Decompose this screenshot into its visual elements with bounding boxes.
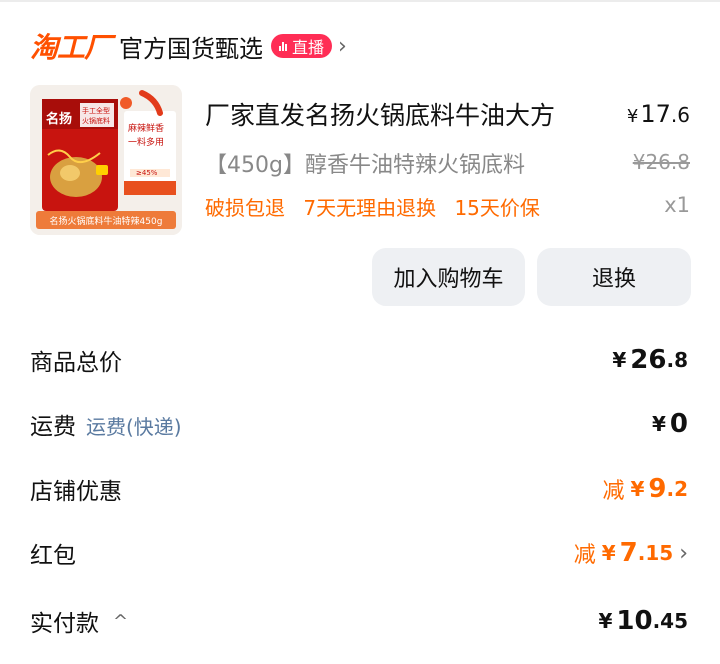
service-tag: 15天价保 [454, 196, 540, 220]
goods-total-row: 商品总价 ¥26.8 [30, 338, 688, 382]
chevron-right-icon[interactable]: › [338, 34, 347, 59]
top-divider [0, 0, 720, 2]
svg-text:≥45%: ≥45% [136, 169, 158, 177]
shop-name[interactable]: 官方国货甄选 [119, 29, 263, 64]
service-tag: 7天无理由退换 [303, 196, 437, 220]
shipping-row: 运费 运费(快递) ¥0 [30, 402, 688, 446]
paid-label: 实付款 [30, 611, 99, 637]
svg-text:火锅底料: 火锅底料 [82, 116, 110, 125]
shop-discount-value: 减 ¥9.2 [602, 474, 688, 504]
svg-text:名扬: 名扬 [46, 111, 72, 127]
shop-logo: 淘工厂 [30, 31, 112, 64]
shop-header[interactable]: 淘工厂 官方国货甄选 直播 › [30, 26, 347, 66]
goods-total-value: ¥26.8 [612, 345, 688, 375]
product-title[interactable]: 厂家直发名扬火锅底料牛油大方 [205, 96, 555, 132]
product-image-graphic: 名扬 手工全型 火锅底料 麻辣鲜香 一料多用 ≥45% 名扬火锅底料牛油特辣45… [30, 85, 182, 235]
shipping-method: 运费(快递) [86, 415, 182, 439]
shipping-value: ¥0 [651, 409, 688, 439]
svg-text:一料多用: 一料多用 [128, 136, 164, 148]
service-tags: 破损包退 7天无理由退换 15天价保 [205, 192, 552, 221]
paid-value: ¥10.45 [598, 606, 688, 636]
product-spec: 【450g】醇香牛油特辣火锅底料 [205, 153, 525, 178]
red-packet-row[interactable]: 红包 减 ¥7.15 › [30, 531, 688, 575]
svg-text:手工全型: 手工全型 [82, 106, 110, 115]
return-exchange-button[interactable]: 退换 [537, 248, 691, 306]
service-tag: 破损包退 [205, 196, 285, 220]
chevron-right-icon[interactable]: › [679, 541, 688, 566]
add-to-cart-button[interactable]: 加入购物车 [372, 248, 525, 306]
svg-text:名扬火锅底料牛油特辣450g: 名扬火锅底料牛油特辣450g [50, 215, 163, 227]
live-badge[interactable]: 直播 [271, 34, 333, 58]
unit-price: ¥17.6 [626, 100, 690, 128]
shop-discount-label: 店铺优惠 [30, 479, 122, 505]
shop-discount-row: 店铺优惠 减 ¥9.2 [30, 467, 688, 511]
quantity: x1 [664, 193, 690, 217]
paid-row[interactable]: 实付款 ^ ¥10.45 [30, 597, 688, 645]
original-price: ¥26.8 [632, 150, 690, 174]
product-image[interactable]: 名扬 手工全型 火锅底料 麻辣鲜香 一料多用 ≥45% 名扬火锅底料牛油特辣45… [30, 85, 182, 235]
live-bars-icon [279, 41, 288, 51]
svg-text:麻辣鲜香: 麻辣鲜香 [128, 122, 164, 134]
live-badge-label: 直播 [292, 38, 325, 57]
goods-total-label: 商品总价 [30, 350, 122, 376]
red-packet-value[interactable]: 减 ¥7.15 › [574, 537, 688, 569]
chevron-up-icon[interactable]: ^ [113, 611, 128, 632]
red-packet-label: 红包 [30, 543, 76, 569]
shipping-label: 运费 [30, 414, 76, 440]
